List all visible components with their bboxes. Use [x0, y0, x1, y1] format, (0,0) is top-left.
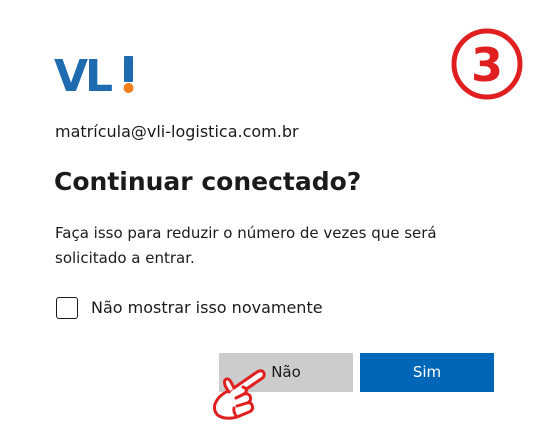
step-number: 3 [471, 38, 503, 92]
dont-show-again-checkbox[interactable]: Não mostrar isso novamente [56, 297, 323, 319]
page-title: Continuar conectado? [54, 167, 362, 196]
account-email: matrícula@vli-logistica.com.br [55, 122, 299, 141]
checkbox-box[interactable] [56, 297, 78, 319]
step-number-badge: 3 [448, 28, 526, 106]
checkbox-label: Não mostrar isso novamente [91, 298, 323, 317]
description-text: Faça isso para reduzir o número de vezes… [55, 224, 437, 267]
pointing-hand-icon [207, 362, 269, 422]
svg-text:VL: VL [54, 51, 112, 100]
yes-button[interactable]: Sim [360, 353, 494, 392]
vli-logo: VL [54, 50, 144, 100]
